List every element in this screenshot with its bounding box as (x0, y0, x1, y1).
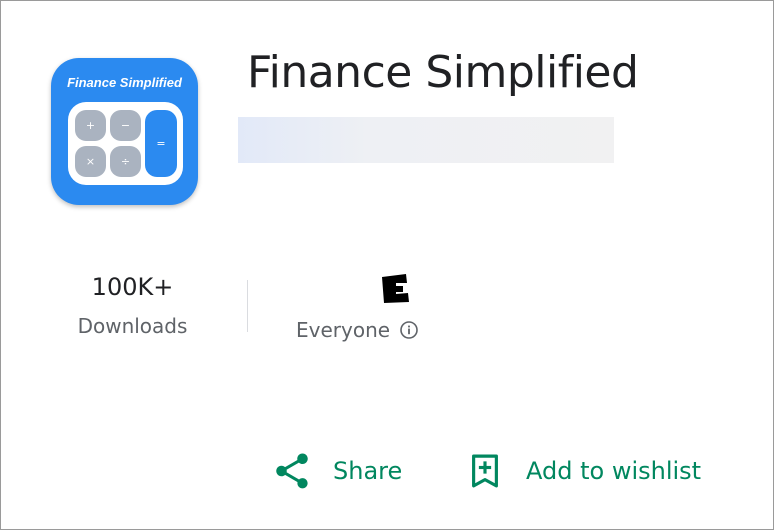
calculator-key-divide: ÷ (110, 146, 141, 177)
downloads-count: 100K+ (91, 273, 174, 301)
calculator-key-multiply: × (75, 146, 106, 177)
content-rating-badge-icon: E (382, 274, 409, 303)
add-to-wishlist-button[interactable]: Add to wishlist (464, 447, 701, 495)
calculator-key-plus: + (75, 110, 106, 141)
calculator-panel: + − × ÷ = (68, 102, 183, 185)
bookmark-add-icon (472, 454, 498, 488)
info-icon[interactable] (399, 320, 419, 340)
app-icon: Finance Simplified + − × ÷ = (51, 58, 198, 205)
developer-name-placeholder (238, 117, 614, 163)
app-icon-title: Finance Simplified (67, 75, 182, 90)
app-title: Finance Simplified (247, 47, 639, 98)
content-rating-row: Everyone (286, 318, 441, 342)
share-icon (276, 453, 308, 489)
content-rating-stat[interactable]: E Everyone (286, 271, 441, 342)
downloads-stat: 100K+ Downloads (61, 271, 204, 338)
calculator-key-equals: = (145, 110, 177, 177)
downloads-label: Downloads (77, 314, 188, 338)
content-rating-label: Everyone (296, 318, 391, 342)
share-label: Share (333, 457, 403, 485)
stats-divider (247, 280, 248, 332)
add-to-wishlist-label: Add to wishlist (526, 457, 702, 485)
app-details-panel: Finance Simplified + − × ÷ = Finance Sim… (0, 0, 774, 530)
share-button[interactable]: Share (271, 447, 402, 495)
calculator-key-minus: − (110, 110, 141, 141)
